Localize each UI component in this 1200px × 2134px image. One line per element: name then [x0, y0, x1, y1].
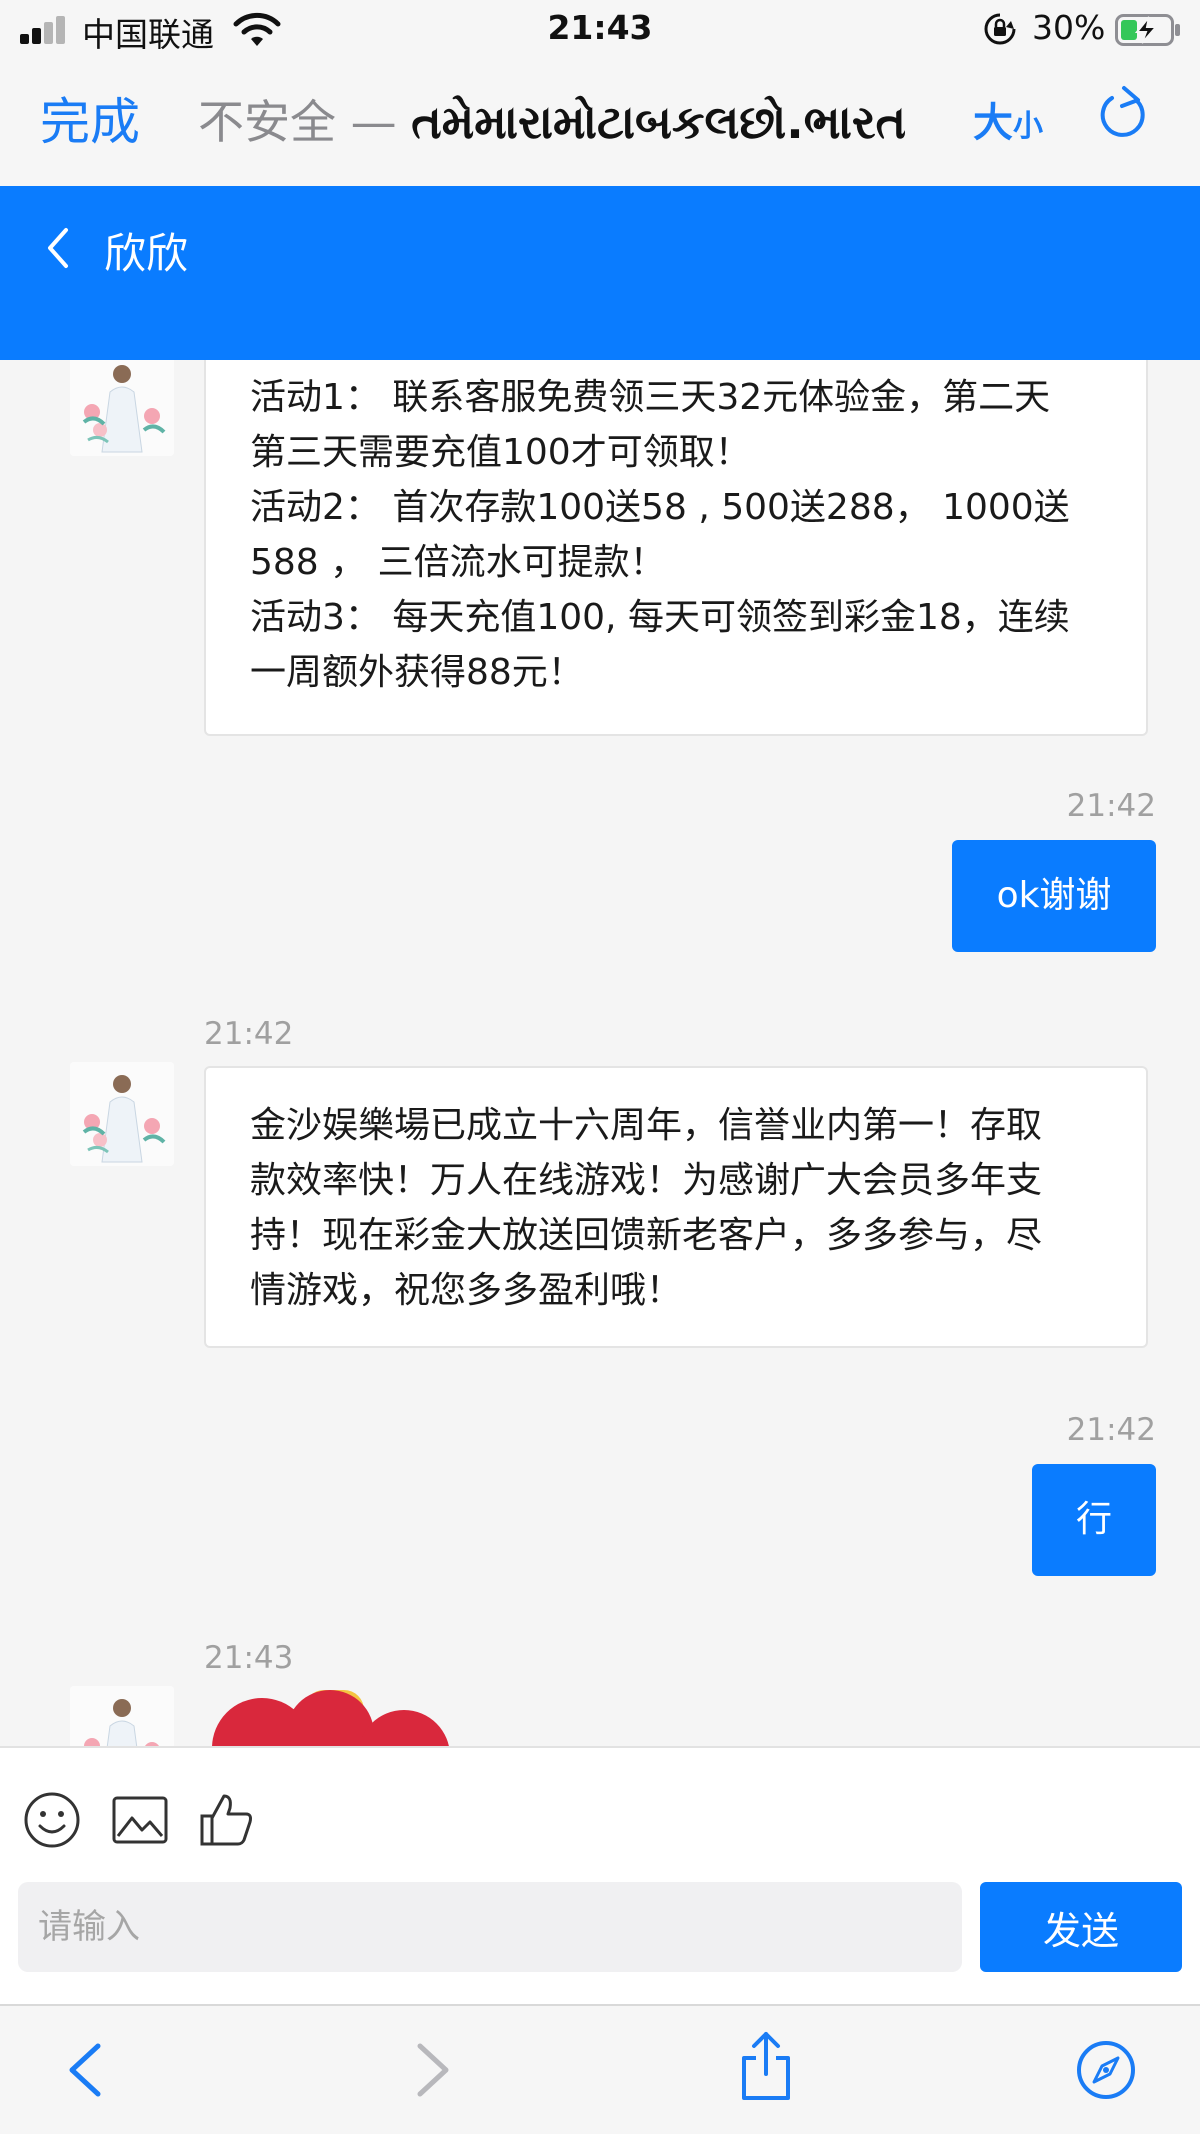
composer-toolbar: 发送	[0, 1746, 1200, 2004]
message-timestamp: 21:42	[1066, 1412, 1156, 1448]
girl-illustration-icon	[70, 1062, 174, 1166]
image-icon[interactable]	[110, 1790, 170, 1850]
text-size-small-label: 小	[1013, 109, 1043, 144]
message-line: 情游戏，祝您多多盈利哦！	[250, 1270, 683, 1311]
orientation-lock-icon	[984, 13, 1016, 45]
message-line: 一周额外获得88元！	[250, 652, 584, 693]
back-chevron-icon[interactable]	[44, 226, 72, 270]
message-bubble-activities: 活动1： 联系客服免费领三天32元体验金，第二天 第三天需要充值100才可领取！…	[204, 360, 1148, 736]
message-timestamp: 21:42	[204, 1016, 294, 1052]
chat-title: 欣欣	[104, 229, 189, 278]
hearts-emoji-icon	[212, 1690, 449, 1746]
status-bar: 中国联通 21:43 30%	[0, 0, 1200, 62]
domain-label: તમેમારામોટાબકલછો.ભારત	[411, 95, 907, 149]
battery-percent: 30%	[1032, 8, 1106, 47]
agent-avatar	[70, 1062, 174, 1166]
thumbs-up-icon[interactable]	[196, 1790, 256, 1850]
message-timestamp: 21:42	[1066, 788, 1156, 824]
send-button[interactable]: 发送	[980, 1882, 1182, 1972]
url-field[interactable]: 不安全 — તમેમારામોટાબકલછો.ભારત	[198, 86, 906, 152]
message-line: 金沙娱樂場已成立十六周年，信誉业内第一！存取	[250, 1105, 1043, 1146]
share-icon[interactable]	[736, 2030, 796, 2102]
girl-illustration-icon	[70, 1686, 174, 1746]
compass-icon[interactable]	[1076, 2038, 1136, 2102]
browser-bottom-bar	[0, 2004, 1200, 2134]
girl-illustration-icon	[70, 360, 174, 456]
message-line: 款效率快！万人在线游戏！为感谢广大会员多年支	[250, 1160, 1043, 1201]
message-line: 活动3： 每天充值100, 每天可领签到彩金18，连续	[250, 597, 1070, 638]
text-size-big-label: 大	[973, 100, 1013, 146]
message-timestamp: 21:43	[204, 1640, 294, 1676]
message-bubble-promo: 金沙娱樂場已成立十六周年，信誉业内第一！存取 款效率快！万人在线游戏！为感谢广大…	[204, 1066, 1148, 1348]
agent-avatar	[70, 1686, 174, 1746]
battery-charging-icon	[1115, 14, 1180, 46]
back-arrow-icon[interactable]	[58, 2038, 118, 2102]
sent-message-bubble: ok谢谢	[952, 840, 1156, 952]
sent-message-bubble: 行	[1032, 1464, 1156, 1576]
message-input[interactable]	[18, 1882, 962, 1972]
not-secure-label: 不安全 —	[198, 95, 412, 149]
forward-arrow-icon[interactable]	[400, 2038, 460, 2102]
message-line: 持！现在彩金大放送回馈新老客户，多多参与，尽	[250, 1215, 1043, 1256]
agent-avatar	[70, 360, 174, 456]
reload-icon[interactable]	[1096, 84, 1152, 146]
done-button[interactable]: 完成	[40, 82, 140, 154]
message-line: 第三天需要充值100才可领取！	[250, 432, 751, 473]
browser-toolbar: 完成 不安全 — તમેમારામોટાબકલછો.ભારત 大小	[0, 62, 1200, 186]
clock: 21:43	[547, 8, 653, 47]
message-line: 活动1： 联系客服免费领三天32元体验金，第二天	[250, 377, 1051, 418]
message-line: 588 ， 三倍流水可提款！	[250, 542, 666, 583]
chat-messages[interactable]: 活动1： 联系客服免费领三天32元体验金，第二天 第三天需要充值100才可领取！…	[0, 360, 1200, 1746]
text-size-button[interactable]: 大小	[973, 90, 1043, 148]
smiley-icon[interactable]	[22, 1790, 82, 1850]
message-line: 活动2： 首次存款100送58 , 500送288， 1000送	[250, 487, 1070, 528]
chat-header: 欣欣	[0, 186, 1200, 360]
